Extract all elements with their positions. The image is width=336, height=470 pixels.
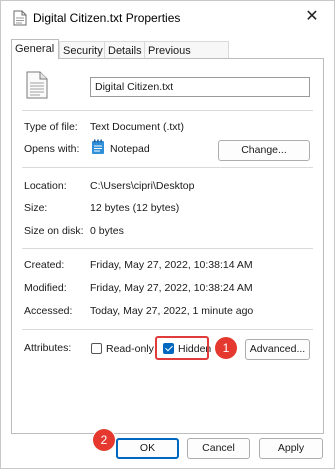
- change-button[interactable]: Change...: [218, 140, 310, 161]
- text-document-icon: [13, 10, 27, 29]
- location-label: Location:: [24, 180, 67, 192]
- tab-previous-versions[interactable]: Previous Versions: [144, 41, 229, 75]
- tab-details[interactable]: Details: [104, 41, 145, 59]
- title-bar: Digital Citizen.txt Properties ✕: [1, 1, 334, 35]
- file-name-field[interactable]: Digital Citizen.txt: [90, 77, 310, 97]
- close-button[interactable]: ✕: [302, 7, 322, 27]
- step-badge-2: 2: [93, 429, 115, 451]
- tab-general[interactable]: General: [11, 39, 59, 59]
- divider: [22, 167, 313, 168]
- window-title: Digital Citizen.txt Properties: [33, 11, 181, 25]
- divider: [22, 248, 313, 249]
- created-label: Created:: [24, 259, 65, 271]
- text-document-icon: [26, 71, 48, 102]
- size-value: 12 bytes (12 bytes): [90, 202, 180, 214]
- read-only-label: Read-only: [106, 343, 154, 355]
- size-label: Size:: [24, 202, 48, 214]
- properties-window: Digital Citizen.txt Properties ✕ General…: [0, 0, 335, 469]
- step-badge-1: 1: [215, 337, 237, 359]
- general-panel: Digital Citizen.txt Type of file: Text D…: [11, 58, 324, 434]
- type-of-file-value: Text Document (.txt): [90, 121, 184, 133]
- accessed-value: Today, May 27, 2022, 1 minute ago: [90, 305, 254, 317]
- modified-value: Friday, May 27, 2022, 10:38:24 AM: [90, 282, 253, 294]
- cancel-button[interactable]: Cancel: [187, 438, 250, 459]
- type-of-file-label: Type of file:: [24, 121, 78, 133]
- read-only-checkbox[interactable]: Read-only: [91, 341, 154, 357]
- ok-button[interactable]: OK: [116, 438, 179, 459]
- notepad-icon: [91, 139, 105, 158]
- divider: [22, 329, 313, 330]
- opens-with-value: Notepad: [110, 143, 150, 155]
- apply-button[interactable]: Apply: [259, 438, 323, 459]
- accessed-label: Accessed:: [24, 305, 73, 317]
- advanced-button[interactable]: Advanced...: [245, 339, 310, 360]
- location-value: C:\Users\cipri\Desktop: [90, 180, 195, 192]
- read-only-checkbox-box[interactable]: [91, 343, 102, 354]
- hidden-highlight: [155, 336, 209, 360]
- opens-with-label: Opens with:: [24, 143, 80, 155]
- modified-label: Modified:: [24, 282, 67, 294]
- size-on-disk-value: 0 bytes: [90, 225, 124, 237]
- attributes-label: Attributes:: [24, 342, 72, 354]
- size-on-disk-label: Size on disk:: [24, 225, 84, 237]
- created-value: Friday, May 27, 2022, 10:38:14 AM: [90, 259, 253, 271]
- divider: [22, 110, 313, 111]
